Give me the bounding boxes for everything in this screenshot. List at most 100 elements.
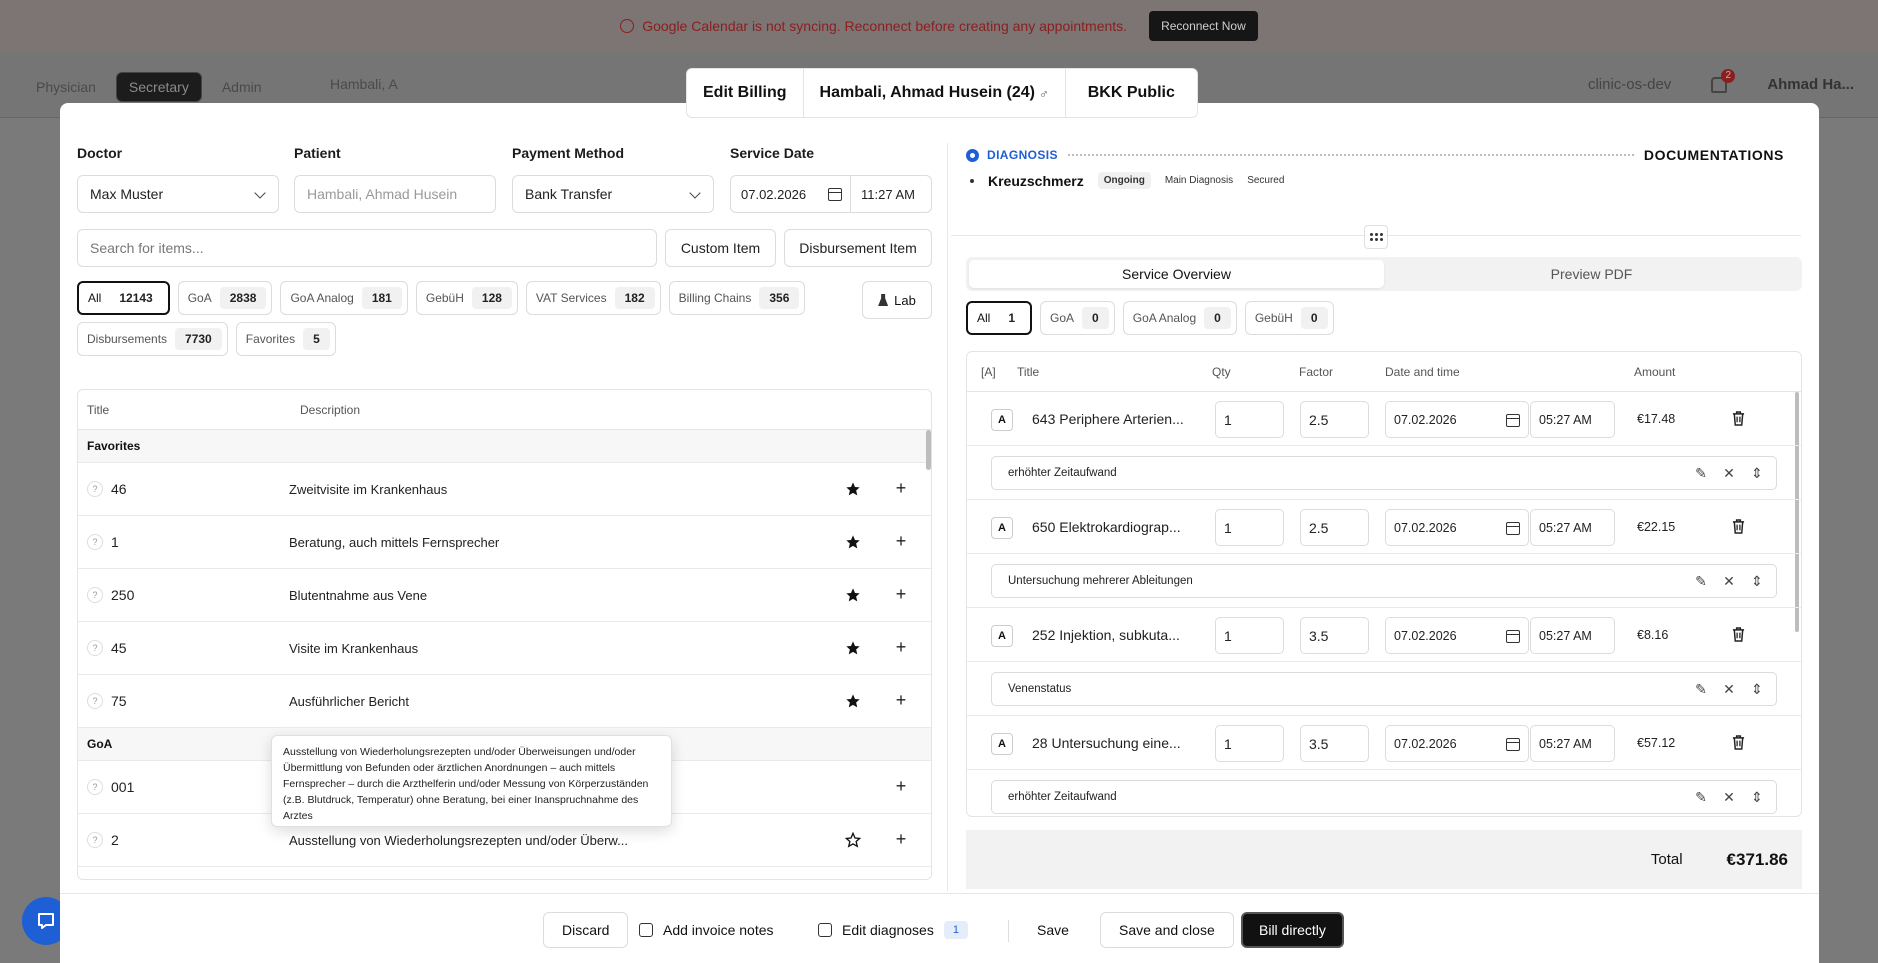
calendar-icon[interactable] — [1506, 738, 1520, 751]
service-time-input[interactable]: 05:27 AM — [1530, 725, 1615, 762]
qty-input[interactable]: 1 — [1215, 401, 1284, 438]
calendar-icon[interactable] — [1506, 630, 1520, 643]
a-flag[interactable]: A — [991, 733, 1013, 755]
add-item-icon[interactable]: + — [893, 691, 909, 709]
delete-icon[interactable] — [1732, 735, 1745, 750]
help-icon[interactable]: ? — [87, 534, 103, 550]
delete-icon[interactable] — [1732, 627, 1745, 642]
favorite-star-icon[interactable] — [845, 640, 861, 656]
service-filter-all[interactable]: All 1 — [966, 301, 1033, 335]
help-icon[interactable]: ? — [87, 832, 103, 848]
favorite-star-icon[interactable] — [845, 481, 861, 497]
favorite-star-icon[interactable] — [844, 831, 862, 848]
add-item-icon[interactable]: + — [893, 479, 909, 497]
tab-secretary[interactable]: Secretary — [115, 72, 202, 102]
edit-icon[interactable]: ✎ — [1694, 790, 1708, 804]
diagnosis-tab[interactable]: DIAGNOSIS — [987, 148, 1058, 162]
sort-icon[interactable]: ⇕ — [1750, 466, 1764, 480]
a-flag[interactable]: A — [991, 517, 1013, 539]
doctor-select[interactable]: Max Muster — [77, 175, 279, 213]
bill-directly-button[interactable]: Bill directly — [1241, 912, 1344, 948]
edit-icon[interactable]: ✎ — [1694, 574, 1708, 588]
catalog-row[interactable]: ? 45 Visite im Krankenhaus + — [78, 622, 931, 675]
qty-input[interactable]: 1 — [1215, 617, 1284, 654]
catalog-row[interactable]: ? 250 Blutentnahme aus Vene + — [78, 569, 931, 622]
service-note[interactable]: Venenstatus ✎ ✕ ⇕ — [991, 672, 1777, 706]
sort-icon[interactable]: ⇕ — [1750, 682, 1764, 696]
calendar-icon[interactable] — [1506, 414, 1520, 427]
disbursement-item-button[interactable]: Disbursement Item — [784, 229, 932, 267]
favorite-star-icon[interactable] — [845, 534, 861, 550]
delete-icon[interactable] — [1732, 411, 1745, 426]
service-filter-gebueh[interactable]: GebüH 0 — [1244, 301, 1334, 335]
qty-input[interactable]: 1 — [1215, 509, 1284, 546]
tab-preview-pdf[interactable]: Preview PDF — [1384, 260, 1799, 288]
help-icon[interactable]: ? — [87, 481, 103, 497]
tab-service-overview[interactable]: Service Overview — [969, 260, 1384, 288]
help-icon[interactable]: ? — [87, 693, 103, 709]
add-item-icon[interactable]: + — [893, 532, 909, 550]
edit-icon[interactable]: ✎ — [1694, 682, 1708, 696]
documentations-tab[interactable]: DOCUMENTATIONS — [1644, 147, 1784, 163]
diagnosis-radio-icon[interactable] — [966, 148, 979, 162]
add-item-icon[interactable]: + — [893, 777, 909, 795]
factor-input[interactable]: 2.5 — [1300, 401, 1369, 438]
add-item-icon[interactable]: + — [893, 638, 909, 656]
favorite-star-icon[interactable] — [845, 587, 861, 603]
bell-icon[interactable]: 2 — [1711, 68, 1736, 93]
help-icon[interactable]: ? — [87, 587, 103, 603]
catalog-row[interactable]: ? 75 Ausführlicher Bericht + — [78, 675, 931, 728]
service-filter-goa-analog[interactable]: GoA Analog 0 — [1122, 301, 1237, 335]
add-invoice-notes-button[interactable]: Add invoice notes — [639, 912, 774, 948]
filter-goa[interactable]: GoA 2838 — [177, 281, 273, 315]
sort-icon[interactable]: ⇕ — [1750, 574, 1764, 588]
payment-method-select[interactable]: Bank Transfer — [512, 175, 714, 213]
calendar-icon[interactable] — [1506, 522, 1520, 535]
filter-disbursements[interactable]: Disbursements 7730 — [77, 322, 228, 356]
reconnect-button[interactable]: Reconnect Now — [1149, 11, 1258, 41]
resize-handle-icon[interactable] — [1364, 225, 1388, 249]
search-input[interactable]: Search for items... — [77, 229, 657, 267]
catalog-row[interactable]: ? 1 Beratung, auch mittels Fernsprecher + — [78, 516, 931, 569]
patient-field[interactable]: Hambali, Ahmad Husein — [294, 175, 496, 213]
discard-button[interactable]: Discard — [543, 912, 629, 948]
service-note[interactable]: erhöhter Zeitaufwand ✎ ✕ ⇕ — [991, 780, 1777, 814]
sort-icon[interactable]: ⇕ — [1750, 790, 1764, 804]
edit-icon[interactable]: ✎ — [1694, 466, 1708, 480]
service-time-input[interactable]: 05:27 AM — [1530, 509, 1615, 546]
filter-favorites[interactable]: Favorites 5 — [235, 322, 336, 356]
service-date-input[interactable]: 07.02.2026 — [1385, 401, 1529, 438]
catalog-row[interactable]: ? 46 Zweitvisite im Krankenhaus + — [78, 463, 931, 516]
factor-input[interactable]: 2.5 — [1300, 509, 1369, 546]
close-icon[interactable]: ✕ — [1722, 574, 1736, 588]
close-icon[interactable]: ✕ — [1722, 790, 1736, 804]
service-date-input[interactable]: 07.02.2026 — [1385, 725, 1529, 762]
service-filter-goa[interactable]: GoA 0 — [1040, 301, 1115, 335]
save-and-close-button[interactable]: Save and close — [1100, 912, 1234, 948]
help-icon[interactable]: ? — [87, 640, 103, 656]
service-date-field[interactable]: 07.02.2026 11:27 AM — [730, 175, 932, 213]
service-time-input[interactable]: 05:27 AM — [1530, 617, 1615, 654]
add-item-icon[interactable]: + — [893, 585, 909, 603]
service-date-input[interactable]: 07.02.2026 — [1385, 509, 1529, 546]
service-note[interactable]: erhöhter Zeitaufwand ✎ ✕ ⇕ — [991, 456, 1777, 490]
lab-button[interactable]: Lab — [862, 281, 932, 319]
edit-diagnoses-button[interactable]: Edit diagnoses 1 — [818, 912, 968, 948]
qty-input[interactable]: 1 — [1215, 725, 1284, 762]
a-flag[interactable]: A — [991, 625, 1013, 647]
help-icon[interactable]: ? — [87, 779, 103, 795]
patient-chip[interactable]: Hambali, A — [330, 76, 398, 92]
a-flag[interactable]: A — [991, 409, 1013, 431]
delete-icon[interactable] — [1732, 519, 1745, 534]
service-date-input[interactable]: 07.02.2026 — [1385, 617, 1529, 654]
favorite-star-icon[interactable] — [845, 693, 861, 709]
tab-physician[interactable]: Physician — [24, 73, 108, 101]
service-time[interactable]: 11:27 AM — [851, 187, 915, 202]
filter-gebueh[interactable]: GebüH 128 — [415, 281, 518, 315]
factor-input[interactable]: 3.5 — [1300, 725, 1369, 762]
custom-item-button[interactable]: Custom Item — [665, 229, 776, 267]
factor-input[interactable]: 3.5 — [1300, 617, 1369, 654]
filter-billing-chains[interactable]: Billing Chains 356 — [668, 281, 806, 315]
tab-admin[interactable]: Admin — [210, 73, 274, 101]
service-note[interactable]: Untersuchung mehrerer Ableitungen ✎ ✕ ⇕ — [991, 564, 1777, 598]
